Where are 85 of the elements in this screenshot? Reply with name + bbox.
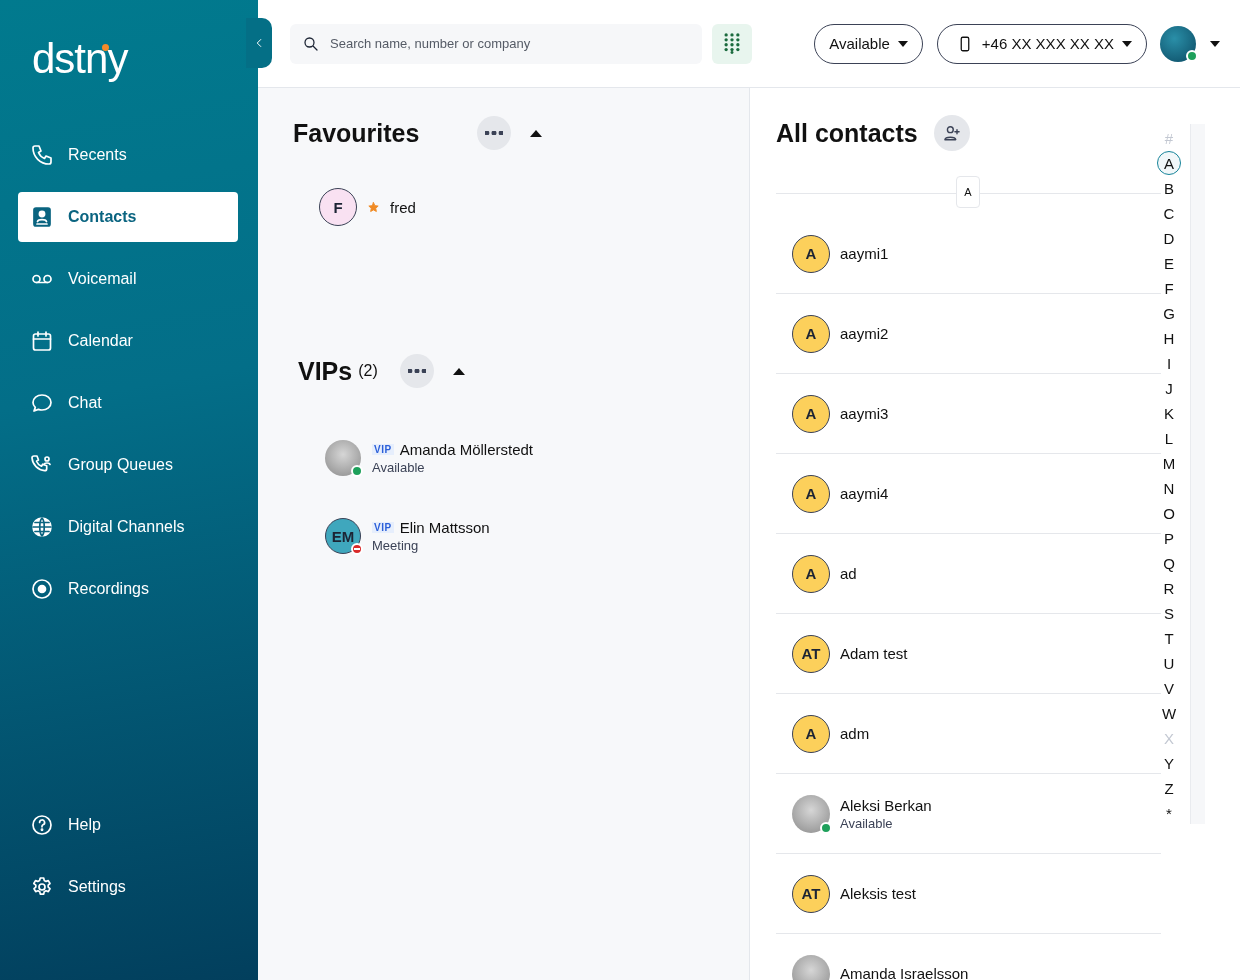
avatar: A [792, 714, 830, 753]
contact-row[interactable]: A aaymi4 [776, 454, 1161, 534]
contact-name: Adam test [840, 645, 908, 662]
sidebar-item[interactable]: Recordings [18, 564, 238, 614]
sidebar-item[interactable]: Contacts [18, 192, 238, 242]
search-field[interactable]: Search name, number or company [290, 23, 702, 64]
avatar: A [792, 234, 830, 273]
avatar: A [792, 474, 830, 513]
section-title: VIPs [298, 356, 353, 386]
contact-name: aaymi2 [840, 325, 889, 342]
sidebar-item[interactable]: Recents [18, 130, 238, 180]
contact-name: Aleksi Berkan [840, 796, 932, 814]
avatar: F [319, 188, 357, 226]
sidebar-item[interactable]: Digital Channels [18, 502, 238, 552]
globe-icon [30, 515, 54, 539]
dialpad-icon [724, 33, 740, 54]
sidebar-item[interactable]: Chat [18, 378, 238, 428]
caret-icon [897, 40, 908, 47]
record-icon [30, 577, 54, 601]
contact-status: Meeting [372, 538, 420, 553]
contact-status: Available [840, 815, 894, 831]
avatar: EM [325, 518, 361, 554]
add-contact-button[interactable] [933, 115, 970, 151]
sidebar-item[interactable]: Help [18, 800, 238, 850]
avatar: AT [792, 634, 830, 673]
caret-icon [1122, 40, 1132, 47]
logo-dot [102, 44, 109, 51]
sidebar-item[interactable]: Calendar [18, 316, 238, 366]
more-button[interactable] [399, 354, 434, 388]
vip-label: VIP [372, 522, 394, 533]
contact-name: aaymi4 [840, 485, 889, 502]
more-icon [485, 131, 504, 135]
phone-icon [30, 143, 54, 167]
phone-number-dropdown[interactable]: +46 XX XXX XX XX [936, 23, 1147, 64]
contact-row[interactable]: A adm [776, 694, 1161, 774]
index-letter[interactable]: B [1157, 176, 1181, 201]
contact-book-icon [30, 205, 54, 229]
collapse-button[interactable] [246, 18, 272, 68]
more-button[interactable] [477, 116, 512, 150]
section-count: (2) [358, 362, 378, 380]
caret-icon[interactable] [1210, 40, 1220, 47]
contact-row[interactable]: A ad [776, 534, 1161, 614]
contact-name: aaymi3 [840, 405, 889, 422]
chat-bubble-icon [30, 391, 54, 415]
vip-label: VIP [372, 444, 394, 455]
section-title: Favourites [293, 118, 420, 148]
collapse-caret-icon[interactable] [452, 367, 465, 375]
help-icon [30, 813, 54, 837]
contact-name[interactable]: Amanda Möllerstedt [399, 441, 534, 458]
contact-row[interactable]: Amanda Israelsson [776, 934, 1161, 980]
index-letter[interactable]: A [1157, 151, 1181, 175]
contact-name: Aleksis test [840, 885, 916, 902]
contact-row[interactable]: AT Aleksis test [776, 854, 1161, 934]
dialpad-button[interactable] [712, 23, 752, 64]
contact-row[interactable]: Aleksi Berkan Available [776, 774, 1161, 854]
contact-name: adm [840, 725, 870, 742]
section-title: All contacts [776, 118, 918, 148]
more-icon [407, 369, 426, 373]
user-avatar[interactable] [1160, 25, 1196, 62]
status-dropdown[interactable]: Available [814, 23, 923, 64]
avatar: A [792, 314, 830, 353]
photo-placeholder [325, 440, 361, 476]
avatar: AT [792, 874, 830, 913]
search-icon [302, 34, 320, 53]
logo: dstny [32, 34, 128, 84]
contact-name: ad [840, 565, 857, 582]
sidebar-item[interactable]: Settings [18, 862, 238, 912]
avatar: A [792, 394, 830, 433]
add-person-icon [941, 123, 962, 143]
photo-placeholder [792, 794, 830, 833]
contact-name[interactable]: fred [390, 198, 416, 216]
sidebar-item[interactable]: Voicemail [18, 254, 238, 304]
contact-row[interactable]: A aaymi1 [776, 214, 1161, 294]
contact-name: aaymi1 [840, 245, 889, 262]
contact-row[interactable]: A aaymi2 [776, 294, 1161, 374]
contact-status: Available [372, 460, 426, 475]
avatar: A [792, 554, 830, 593]
contact-name: Amanda Israelsson [840, 965, 969, 980]
contact-row[interactable]: AT Adam test [776, 614, 1161, 694]
contact-row[interactable]: A aaymi3 [776, 374, 1161, 454]
collapse-caret-icon[interactable] [530, 129, 543, 137]
section-letter: A [956, 176, 980, 208]
sidebar-item[interactable]: Group Queues [18, 440, 238, 490]
contact-name[interactable]: Elin Mattsson [399, 519, 490, 536]
calendar-icon [30, 329, 54, 353]
